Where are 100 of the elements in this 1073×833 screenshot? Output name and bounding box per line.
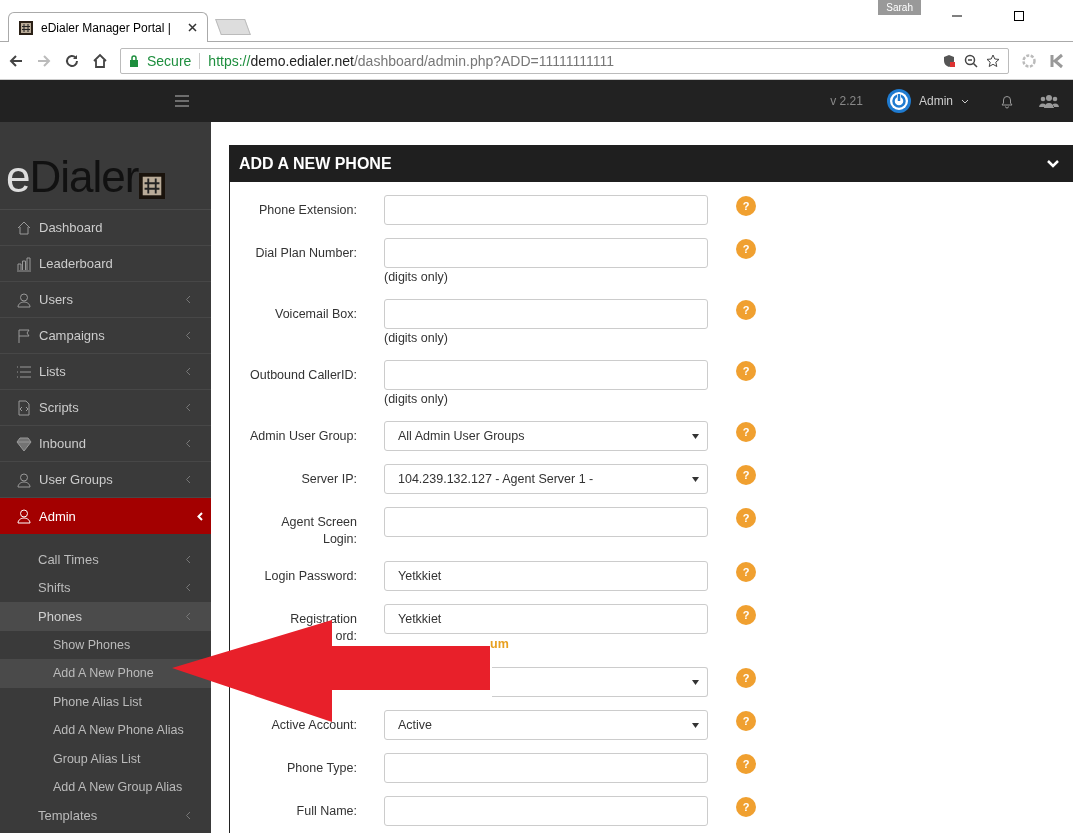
input-field[interactable] — [384, 507, 708, 537]
submenu-link[interactable]: Add A New Phone — [0, 659, 211, 688]
submenu-link[interactable]: Add A New Phone Alias — [0, 716, 211, 745]
field-label: Server IP: — [301, 471, 357, 488]
shield-icon[interactable] — [942, 53, 956, 68]
submenu-link[interactable]: Show Phones — [0, 630, 211, 659]
input-field[interactable] — [384, 796, 708, 826]
menu-item[interactable]: Campaigns — [0, 318, 211, 354]
home-icon[interactable] — [92, 52, 108, 69]
submenu-item[interactable]: Call Times — [0, 545, 211, 574]
field-label: Active Account: — [271, 717, 357, 734]
submenu-item[interactable]: Templates — [0, 801, 211, 830]
chevron-icon — [185, 554, 191, 564]
submenu-link[interactable]: Group Alias List — [0, 744, 211, 773]
version-label: v 2.21 — [830, 94, 863, 108]
zoom-out-icon[interactable] — [964, 53, 978, 68]
users-icon[interactable] — [1039, 93, 1059, 109]
input-field[interactable] — [384, 195, 708, 225]
power-icon[interactable] — [887, 89, 911, 113]
chevron-icon — [185, 583, 191, 593]
list-icon — [16, 363, 32, 380]
field-label: Outbound CallerID: — [250, 367, 357, 384]
menu-item[interactable]: Lists — [0, 354, 211, 390]
field-label: Phone Type: — [287, 760, 357, 777]
hash-logo-icon — [139, 173, 166, 199]
diamond-icon — [16, 435, 32, 452]
address-bar[interactable]: Secure https://demo.edialer.net/dashboard/admin.php?ADD=11111111111 — [120, 47, 1009, 74]
menu-label: User Groups — [39, 472, 114, 487]
select-field[interactable]: All Admin User Groups — [384, 421, 708, 451]
chevron-down-icon[interactable] — [1047, 159, 1059, 168]
bar-chart-icon — [16, 255, 32, 272]
user-icon — [16, 471, 32, 488]
menu-label: Dashboard — [39, 220, 104, 235]
input-field[interactable] — [384, 360, 708, 390]
caret-icon — [692, 476, 699, 482]
maximize-icon[interactable] — [1013, 10, 1025, 22]
select-field[interactable] — [492, 667, 708, 697]
menu-item[interactable]: Scripts — [0, 390, 211, 426]
panel-title: ADD A NEW PHONE — [239, 154, 393, 173]
menu-item[interactable]: Dashboard — [0, 210, 211, 246]
submenu-item[interactable]: Shifts — [0, 573, 211, 602]
hint-text: (digits only) — [384, 391, 449, 408]
user-icon — [16, 291, 32, 308]
menu-item[interactable]: Admin — [0, 498, 211, 534]
flag-icon — [16, 327, 32, 344]
input-field[interactable]: Yetkkiet — [384, 604, 708, 634]
input-field[interactable]: Yetkkiet — [384, 561, 708, 591]
strength-text: um — [490, 636, 510, 653]
menu-label: Users — [39, 292, 74, 307]
star-icon[interactable] — [986, 53, 1000, 68]
field-label: Dial Plan Number: — [255, 245, 357, 262]
browser-tab[interactable]: eDialer Manager Portal | — [8, 12, 208, 42]
select-field[interactable]: Active — [384, 710, 708, 740]
hint-text: (digits only) — [384, 330, 449, 347]
back-icon[interactable] — [8, 52, 24, 69]
close-icon[interactable] — [188, 23, 197, 32]
tab-title: eDialer Manager Portal | — [41, 20, 172, 35]
chevron-icon — [185, 611, 191, 621]
menu-icon[interactable] — [175, 95, 189, 107]
lock-icon — [129, 54, 139, 67]
submenu-item[interactable]: Phones — [0, 602, 211, 631]
url-text: https://demo.edialer.net/dashboard/admin.php?ADD=11111111111 — [208, 52, 615, 69]
submenu-link[interactable]: Phone Alias List — [0, 687, 211, 716]
menu-label: Inbound — [39, 436, 87, 451]
caret-icon — [692, 433, 699, 439]
menu-label: Lists — [39, 364, 67, 379]
caret-icon — [692, 679, 699, 685]
field-label: Full Name: — [296, 803, 357, 820]
extension-icon[interactable] — [1049, 52, 1065, 69]
chevron-icon — [185, 811, 191, 821]
submenu-label: Templates — [38, 808, 99, 824]
field-label: Admin User Group: — [250, 428, 357, 445]
caret-icon — [692, 722, 699, 728]
home-icon — [16, 219, 32, 236]
field-label: Login Password: — [264, 568, 357, 585]
menu-item[interactable]: Users — [0, 282, 211, 318]
hash-logo-icon — [19, 20, 33, 35]
menu-label: Campaigns — [39, 328, 106, 343]
select-field[interactable]: 104.239.132.127 - Agent Server 1 - — [384, 464, 708, 494]
menu-item[interactable]: Leaderboard — [0, 246, 211, 282]
menu-label: Leaderboard — [39, 256, 114, 271]
field-label: Phone Extension: — [259, 202, 357, 219]
field-label: Agent Screen Login: — [280, 514, 357, 548]
menu-label: Scripts — [39, 400, 80, 415]
field-label: ord: — [335, 628, 357, 645]
document-icon — [16, 399, 32, 416]
menu-item[interactable]: Inbound — [0, 426, 211, 462]
submenu-label: Call Times — [38, 551, 100, 567]
input-field[interactable] — [384, 299, 708, 329]
reload-icon[interactable] — [64, 52, 80, 69]
bell-icon[interactable] — [999, 93, 1015, 109]
field-label: Voicemail Box: — [275, 306, 357, 323]
secure-label: Secure — [147, 52, 192, 69]
field-label: Registration — [290, 611, 357, 628]
submenu-label: Phones — [38, 608, 84, 624]
input-field[interactable] — [384, 238, 708, 268]
caret-icon — [961, 98, 969, 104]
input-field[interactable] — [384, 753, 708, 783]
user-menu[interactable]: Admin — [919, 94, 953, 108]
submenu-link[interactable]: Add A New Group Alias — [0, 773, 211, 802]
